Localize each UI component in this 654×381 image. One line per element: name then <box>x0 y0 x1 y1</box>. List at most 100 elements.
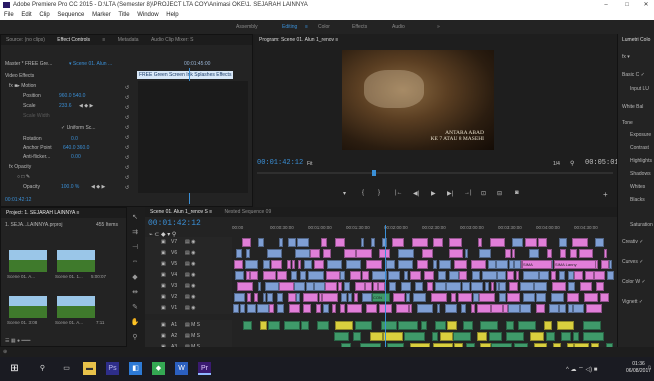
video-clip[interactable] <box>254 293 258 302</box>
audio-clip[interactable] <box>353 332 361 341</box>
go-to-in-icon[interactable]: |← <box>395 190 403 196</box>
rotation-value[interactable]: 0.0 <box>71 136 78 142</box>
video-clip[interactable] <box>471 304 475 313</box>
video-clip[interactable] <box>604 249 607 258</box>
video-clip[interactable] <box>341 293 347 302</box>
resolution-dropdown[interactable]: 1/4 <box>553 161 560 167</box>
video-clip[interactable] <box>279 238 283 247</box>
video-clip[interactable] <box>292 260 295 269</box>
mark-in-icon[interactable]: { <box>362 190 364 196</box>
track-mute-icon[interactable]: ▤ M S <box>185 333 200 339</box>
video-clip[interactable] <box>609 260 612 269</box>
video-clip[interactable] <box>314 260 324 269</box>
video-clip[interactable] <box>291 271 297 280</box>
audio-clip[interactable] <box>506 332 524 341</box>
video-clip[interactable] <box>393 293 405 302</box>
opacity-value[interactable]: 100.0 % <box>61 184 79 190</box>
video-clip[interactable] <box>310 249 320 258</box>
video-clip[interactable] <box>267 293 273 302</box>
video-clip[interactable] <box>446 282 461 291</box>
audio-clip[interactable] <box>404 332 425 341</box>
video-clip[interactable] <box>355 282 365 291</box>
track-lock-icon[interactable]: ▣ <box>161 250 166 256</box>
audio-clip[interactable] <box>573 332 579 341</box>
video-clip[interactable] <box>361 238 364 247</box>
video-clip[interactable] <box>585 271 594 280</box>
opacity-keyframe-nav-icon[interactable]: ◀ ◆ ▶ <box>91 184 105 190</box>
project-thumbnail[interactable] <box>57 250 95 272</box>
track-lock-icon[interactable]: ▣ <box>161 322 166 328</box>
lumetri-tone[interactable]: Tone <box>622 120 633 126</box>
workspace-menu-icon[interactable]: ≡ <box>305 20 308 34</box>
lumetri-input-lut[interactable]: Input LU <box>630 86 649 92</box>
video-clip[interactable] <box>417 304 433 313</box>
video-clip[interactable] <box>240 304 245 313</box>
audio-clip[interactable] <box>268 321 280 330</box>
video-clip[interactable] <box>449 271 459 280</box>
lumetri-exposure[interactable]: Exposure <box>630 132 651 138</box>
video-clip[interactable] <box>479 249 491 258</box>
menu-file[interactable]: File <box>4 12 14 18</box>
video-clip[interactable] <box>263 260 270 269</box>
video-clip[interactable] <box>322 293 338 302</box>
project-view-icons[interactable]: ☰ ▦ ● ━━━ <box>5 338 30 344</box>
track-mute-icon[interactable]: ▤ M S <box>185 322 200 328</box>
video-clip[interactable] <box>445 304 457 313</box>
razor-tool-icon[interactable]: ◆ <box>129 273 141 285</box>
video-clip[interactable] <box>294 282 305 291</box>
video-clip[interactable] <box>250 271 258 280</box>
audio-clip[interactable] <box>440 332 453 341</box>
workspace-color[interactable]: Color <box>318 20 330 34</box>
video-clip[interactable] <box>410 271 421 280</box>
video-clip[interactable] <box>459 271 467 280</box>
audio-clip[interactable] <box>421 321 427 330</box>
track-header[interactable]: ▣ A2 ▤ M S <box>145 331 232 342</box>
audio-clip[interactable] <box>463 321 473 330</box>
video-clip[interactable] <box>234 293 245 302</box>
video-clip[interactable] <box>471 260 486 269</box>
video-clip[interactable] <box>536 293 546 302</box>
audio-clip[interactable] <box>355 321 372 330</box>
video-clip[interactable] <box>287 260 291 269</box>
video-clip[interactable] <box>235 271 244 280</box>
video-clip[interactable] <box>323 249 331 258</box>
video-clip[interactable] <box>568 282 575 291</box>
video-clip[interactable] <box>269 304 274 313</box>
video-clip[interactable] <box>499 282 506 291</box>
program-timecode[interactable]: 00:01:42:12 <box>257 159 303 167</box>
audio-clip[interactable] <box>243 321 252 330</box>
video-clip[interactable] <box>449 238 462 247</box>
video-clip[interactable] <box>245 260 258 269</box>
video-clip[interactable] <box>538 238 547 247</box>
audio-clip[interactable] <box>546 332 555 341</box>
video-clip[interactable] <box>279 282 294 291</box>
video-clip[interactable] <box>325 282 337 291</box>
video-clip[interactable] <box>549 304 559 313</box>
effect-keyframe-area[interactable] <box>138 81 248 193</box>
rate-stretch-tool-icon[interactable]: ⇔ <box>129 258 141 270</box>
audio-clip[interactable] <box>435 321 446 330</box>
video-clip[interactable] <box>340 271 345 280</box>
search-icon[interactable]: ⚲ <box>36 362 49 375</box>
video-clip[interactable] <box>461 304 466 313</box>
video-clip[interactable] <box>327 260 342 269</box>
video-clip[interactable] <box>601 260 609 269</box>
anti-flicker-value[interactable]: 0.00 <box>71 154 81 160</box>
task-view-icon[interactable]: ▭ <box>60 362 73 375</box>
audio-clip[interactable] <box>530 332 544 341</box>
track-lock-icon[interactable]: ▣ <box>161 272 166 278</box>
play-icon[interactable]: ▶ <box>431 190 436 197</box>
video-clip[interactable] <box>308 271 324 280</box>
lumetri-highlights[interactable]: Highlights <box>630 158 652 164</box>
menu-marker[interactable]: Marker <box>92 12 111 18</box>
video-clip[interactable] <box>316 304 321 313</box>
video-clip[interactable] <box>490 238 505 247</box>
audio-clip[interactable] <box>477 332 487 341</box>
video-clip[interactable] <box>378 282 385 291</box>
tab-metadata[interactable]: Metadata <box>118 37 139 43</box>
video-clip[interactable] <box>607 271 614 280</box>
video-clip[interactable] <box>427 282 433 291</box>
video-clip[interactable] <box>536 304 545 313</box>
video-clip[interactable] <box>321 238 327 247</box>
video-clip[interactable] <box>366 260 382 269</box>
